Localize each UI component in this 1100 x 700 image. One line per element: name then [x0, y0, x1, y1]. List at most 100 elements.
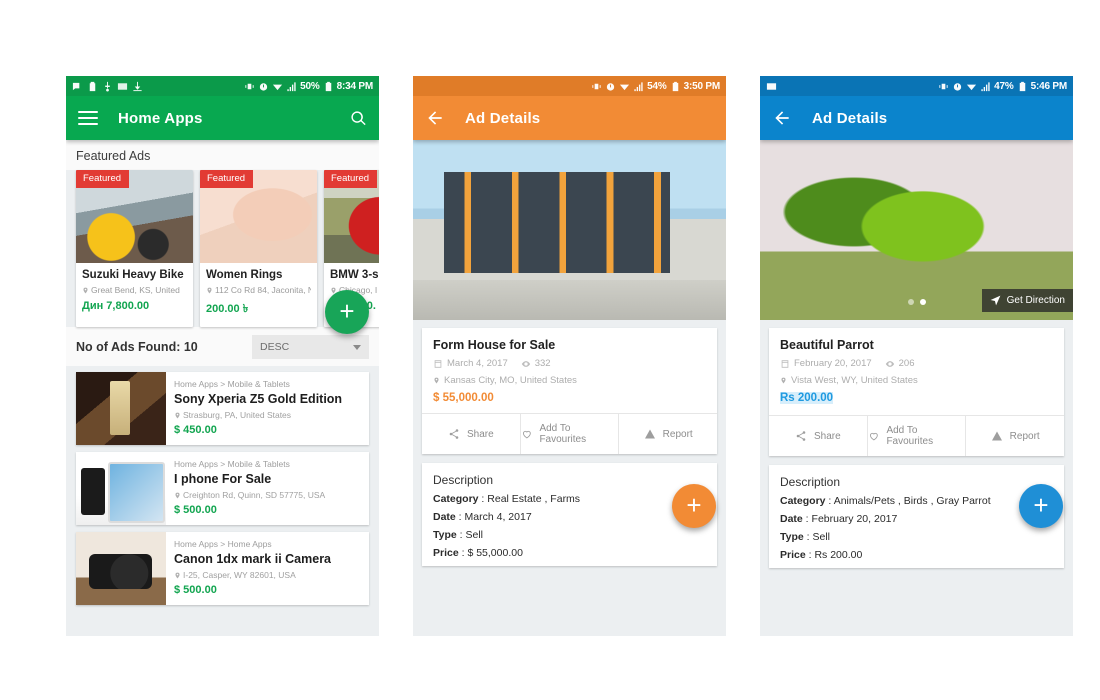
status-bar-right-icons: 47% 5:46 PM [938, 81, 1067, 92]
featured-card-price: Дин 7,800.00 [82, 300, 150, 312]
ad-hero-image[interactable] [413, 140, 726, 320]
description-row: Date : February 20, 2017 [780, 513, 898, 525]
alarm-icon [605, 81, 616, 92]
description-row: Price : Rs 200.00 [780, 549, 863, 561]
add-to-favourites-button[interactable]: Add To Favourites [866, 416, 966, 456]
share-icon [448, 428, 460, 440]
carousel-dot-active[interactable] [919, 299, 926, 305]
page-title: Ad Details [812, 109, 888, 127]
status-bar: 54% 3:50 PM [413, 76, 726, 96]
get-direction-button[interactable]: Get Direction [981, 289, 1073, 312]
share-button[interactable]: Share [769, 416, 867, 456]
add-ad-fab[interactable]: + [1019, 484, 1063, 528]
ad-price: Rs 200.00 [780, 392, 834, 404]
featured-card-body: Women Rings 112 Co Rd 84, Jaconita, NM 2… [200, 263, 317, 327]
featured-card[interactable]: Featured Women Rings 112 Co Rd 84, Jacon… [200, 170, 317, 327]
sort-order-value: DESC [260, 341, 290, 353]
share-label: Share [466, 428, 494, 440]
page-title: Home Apps [118, 109, 203, 127]
search-icon[interactable] [350, 110, 367, 127]
description-value: Animals/Pets , Birds , Gray Parrot [833, 495, 991, 507]
description-label: Category [780, 495, 826, 507]
report-button[interactable]: Report [618, 414, 717, 454]
description-value: $ 55,000.00 [467, 547, 523, 559]
featured-card-title: Suzuki Heavy Bike [82, 269, 184, 281]
list-item-info: Home Apps > Mobile & Tablets I phone For… [166, 452, 333, 525]
ad-action-row: Share Add To Favourites Report [422, 413, 717, 454]
description-row: Condition : New [433, 565, 706, 566]
wifi-icon [966, 81, 977, 92]
ad-date-text: February 20, 2017 [794, 358, 872, 369]
share-label: Share [813, 430, 841, 442]
list-item-info: Home Apps > Home Apps Canon 1dx mark ii … [166, 532, 339, 605]
battery-icon [670, 81, 681, 92]
share-button[interactable]: Share [422, 414, 520, 454]
warning-icon [991, 430, 1003, 442]
status-bar-right-icons: 54% 3:50 PM [591, 81, 720, 92]
breadcrumb: Home Apps > Mobile & Tablets [174, 379, 290, 389]
alarm-icon [258, 81, 269, 92]
list-item-price: $ 450.00 [174, 424, 217, 436]
ad-hero-image[interactable]: Get Direction [760, 140, 1073, 320]
plus-icon: + [686, 489, 702, 520]
add-ad-fab[interactable]: + [325, 290, 369, 334]
wifi-icon [272, 81, 283, 92]
status-bar-left-icons [766, 81, 777, 92]
ad-views: 206 [885, 358, 915, 369]
battery-icon [1017, 81, 1028, 92]
add-to-favourites-button[interactable]: Add To Favourites [519, 414, 619, 454]
location-pin-icon [174, 491, 181, 500]
ad-title: Beautiful Parrot [780, 338, 874, 352]
description-row: Date : March 4, 2017 [433, 511, 532, 523]
list-item[interactable]: Home Apps > Mobile & Tablets Sony Xperia… [76, 372, 369, 445]
ad-action-row: Share Add To Favourites Report [769, 415, 1064, 456]
report-button[interactable]: Report [965, 416, 1064, 456]
report-label: Report [1009, 430, 1040, 442]
list-item[interactable]: Home Apps > Home Apps Canon 1dx mark ii … [76, 532, 369, 605]
list-item[interactable]: Home Apps > Mobile & Tablets I phone For… [76, 452, 369, 525]
ad-meta: February 20, 2017 206 [780, 358, 1053, 369]
battery-percent: 47% [994, 80, 1014, 92]
location-pin-icon [174, 411, 181, 420]
carousel-dots[interactable] [907, 299, 926, 305]
signal-icon [633, 81, 644, 92]
status-bar-right-icons: 50% 8:34 PM [244, 81, 373, 92]
report-label: Report [662, 428, 693, 440]
ad-description-card: Description Category : Animals/Pets , Bi… [769, 465, 1064, 568]
plus-icon: + [339, 295, 355, 326]
ads-count-label: No of Ads Found: 10 [76, 340, 198, 354]
add-ad-fab[interactable]: + [672, 484, 716, 528]
alarm-icon [952, 81, 963, 92]
location-pin-icon [206, 286, 213, 295]
ad-summary-card: Beautiful Parrot February 20, 2017 206 V… [769, 328, 1064, 456]
list-item-location-text: I-25, Casper, WY 82601, USA [183, 570, 296, 580]
description-heading: Description [780, 475, 841, 489]
status-bar: 47% 5:46 PM [760, 76, 1073, 96]
carousel-dot[interactable] [907, 299, 914, 305]
back-arrow-icon[interactable] [772, 108, 792, 128]
description-label: Category [433, 493, 479, 505]
back-arrow-icon[interactable] [425, 108, 445, 128]
status-bar-left-icons [72, 81, 143, 92]
sort-order-select[interactable]: DESC [252, 335, 369, 359]
phone-screen-ad-details-house: 54% 3:50 PM Ad Details Form House for Sa… [413, 76, 726, 636]
breadcrumb: Home Apps > Mobile & Tablets [174, 459, 290, 469]
ad-details-body: Form House for Sale March 4, 2017 332 Ka… [413, 320, 726, 636]
featured-card-title: Women Rings [206, 269, 283, 281]
description-value: Sell [465, 529, 484, 541]
battery-icon [323, 81, 334, 92]
screenshot-icon [117, 81, 128, 92]
iphones-photo [76, 452, 166, 525]
clock-time: 8:34 PM [336, 80, 374, 92]
featured-card[interactable]: Featured Suzuki Heavy Bike Great Bend, K… [76, 170, 193, 327]
ad-views: 332 [521, 358, 551, 369]
location-pin-icon [780, 376, 787, 385]
menu-icon[interactable] [78, 111, 98, 125]
ad-title: Form House for Sale [433, 338, 556, 352]
ads-list: Home Apps > Mobile & Tablets Sony Xperia… [66, 366, 379, 605]
description-value: Sell [812, 531, 831, 543]
vibrate-icon [244, 81, 255, 92]
battery-saver-icon [87, 81, 98, 92]
heart-icon [868, 430, 880, 442]
description-row: Condition : Used [780, 567, 1053, 568]
